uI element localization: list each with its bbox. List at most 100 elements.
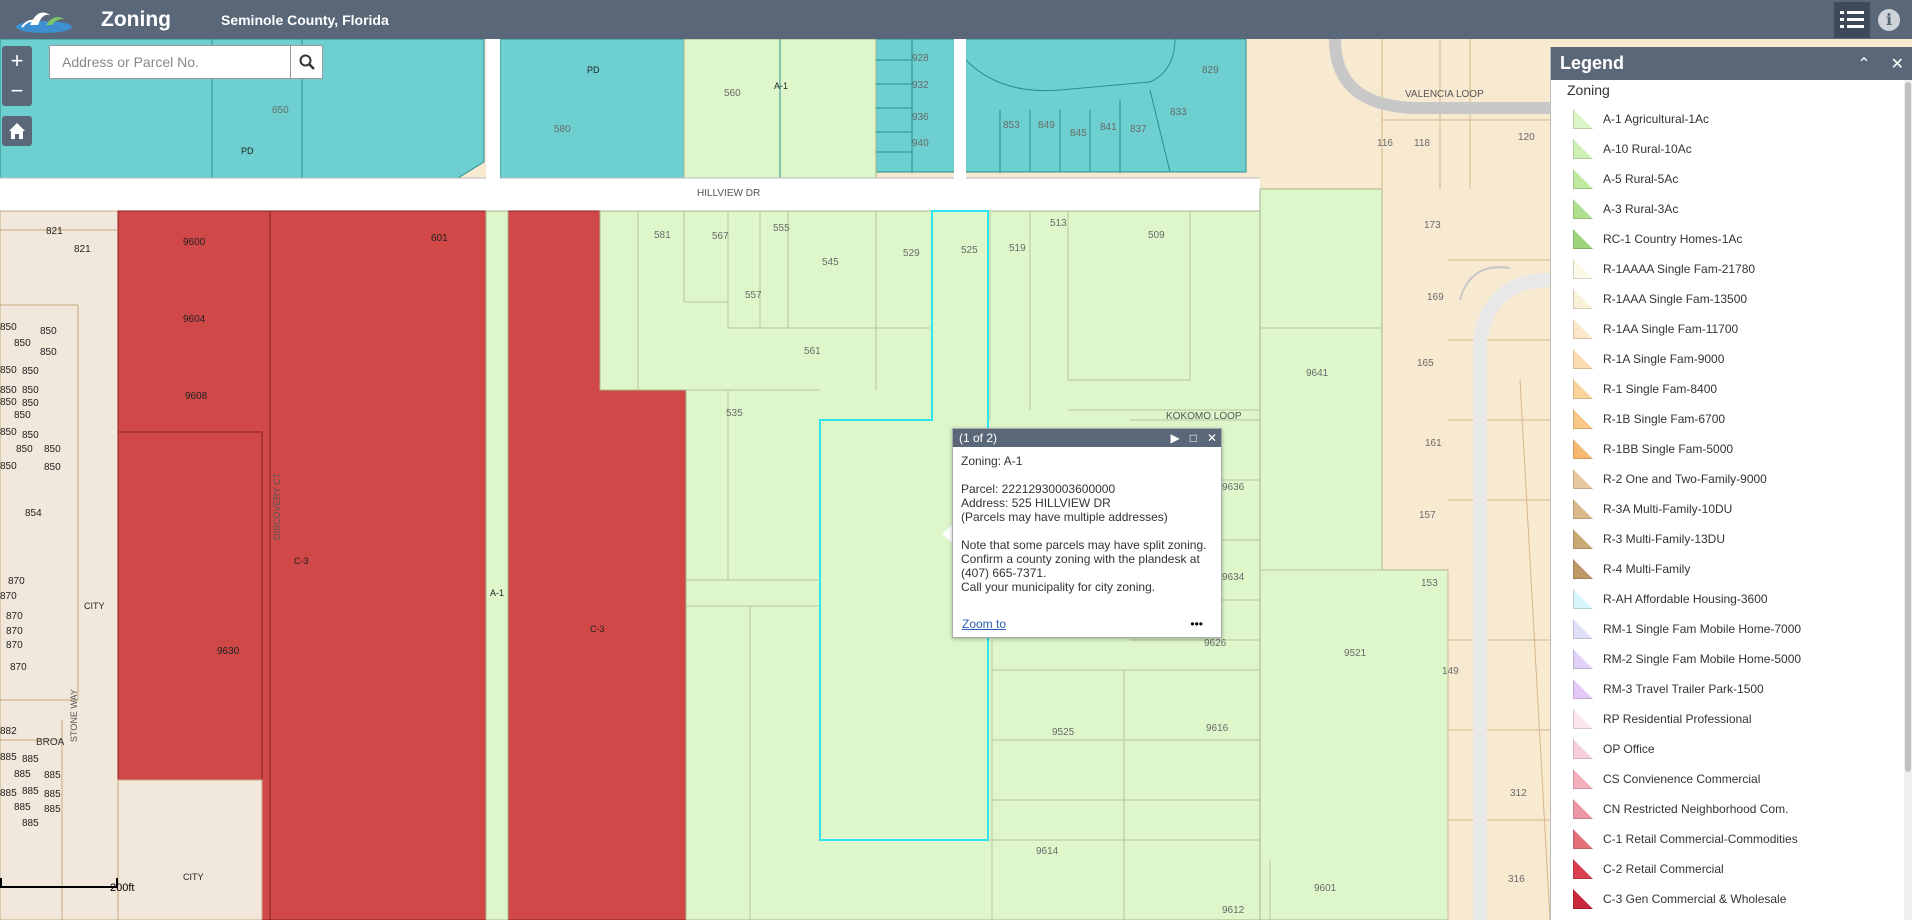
svg-text:870: 870 xyxy=(10,662,27,673)
info-icon: i xyxy=(1885,10,1893,29)
legend-swatch xyxy=(1573,379,1593,399)
close-icon[interactable]: ✕ xyxy=(1207,431,1217,445)
legend-body[interactable]: Zoning A-1 Agricultural-1Ac A-10 Rural-10… xyxy=(1551,80,1904,920)
popup-split-note-2: Confirm a county zoning with the plandes… xyxy=(961,552,1200,566)
svg-text:936: 936 xyxy=(912,112,929,123)
legend-swatch xyxy=(1573,169,1593,189)
svg-text:BROA: BROA xyxy=(36,737,65,748)
popup-zoning: Zoning: A-1 xyxy=(961,454,1023,468)
svg-text:850: 850 xyxy=(0,365,17,376)
svg-text:545: 545 xyxy=(822,257,839,268)
legend-item: A-1 Agricultural-1Ac xyxy=(1551,104,1904,134)
zoom-to-link[interactable]: Zoom to xyxy=(962,617,1006,631)
svg-text:849: 849 xyxy=(1038,120,1055,131)
legend-item: R-1A Single Fam-9000 xyxy=(1551,344,1904,374)
app-title: Zoning xyxy=(101,7,171,31)
legend-header: Legend ⌃ ✕ xyxy=(1551,47,1912,80)
legend-item-label: R-1AA Single Fam-11700 xyxy=(1603,322,1739,336)
svg-text:885: 885 xyxy=(0,788,17,799)
legend-swatch xyxy=(1573,439,1593,459)
legend-item: R-2 One and Two-Family-9000 xyxy=(1551,464,1904,494)
zoom-in-button[interactable]: + xyxy=(2,46,32,76)
search-input[interactable] xyxy=(50,46,290,78)
legend-item-label: OP Office xyxy=(1603,742,1655,756)
legend-swatch xyxy=(1573,109,1593,129)
svg-text:850: 850 xyxy=(22,366,39,377)
svg-text:9626: 9626 xyxy=(1204,638,1227,649)
legend-item-label: R-AH Affordable Housing-3600 xyxy=(1603,592,1768,606)
popup-split-note-1: Note that some parcels may have split zo… xyxy=(961,538,1207,552)
legend-swatch xyxy=(1573,559,1593,579)
svg-text:854: 854 xyxy=(25,508,42,519)
legend-item: R-1B Single Fam-6700 xyxy=(1551,404,1904,434)
legend-item: R-3 Multi-Family-13DU xyxy=(1551,524,1904,554)
svg-text:561: 561 xyxy=(804,346,821,357)
svg-text:650: 650 xyxy=(272,105,289,116)
legend-item: CN Restricted Neighborhood Com. xyxy=(1551,794,1904,824)
popup-multi-note: (Parcels may have multiple addresses) xyxy=(961,510,1168,524)
legend-item: R-1AAA Single Fam-13500 xyxy=(1551,284,1904,314)
popup-content: Zoning: A-1 Parcel: 22212930003600000 Ad… xyxy=(953,447,1221,601)
legend-item-label: A-3 Rural-3Ac xyxy=(1603,202,1679,216)
svg-text:9636: 9636 xyxy=(1222,482,1245,493)
svg-text:841: 841 xyxy=(1100,122,1117,133)
legend-item: RM-3 Travel Trailer Park-1500 xyxy=(1551,674,1904,704)
legend-item-label: RP Residential Professional xyxy=(1603,712,1752,726)
legend-swatch xyxy=(1573,469,1593,489)
legend-scrollbar[interactable] xyxy=(1904,80,1912,920)
search-button[interactable] xyxy=(290,46,322,78)
svg-text:870: 870 xyxy=(8,576,25,587)
legend-item-label: C-1 Retail Commercial-Commodities xyxy=(1603,832,1798,846)
svg-text:580: 580 xyxy=(554,124,571,135)
svg-text:885: 885 xyxy=(22,754,39,765)
legend-item-label: R-1B Single Fam-6700 xyxy=(1603,412,1726,426)
legend-item: RM-1 Single Fam Mobile Home-7000 xyxy=(1551,614,1904,644)
svg-text:850: 850 xyxy=(0,322,17,333)
legend-swatch xyxy=(1573,799,1593,819)
svg-text:KOKOMO LOOP: KOKOMO LOOP xyxy=(1166,411,1242,422)
legend-panel: Legend ⌃ ✕ Zoning A-1 Agricultural-1Ac A-… xyxy=(1550,47,1912,920)
search-icon xyxy=(299,54,315,70)
svg-text:9612: 9612 xyxy=(1222,905,1245,916)
svg-text:850: 850 xyxy=(40,326,57,337)
legend-swatch xyxy=(1573,679,1593,699)
svg-text:9634: 9634 xyxy=(1222,572,1245,583)
close-icon[interactable]: ✕ xyxy=(1891,54,1904,74)
legend-swatch xyxy=(1573,589,1593,609)
svg-text:C-3: C-3 xyxy=(294,556,309,566)
zoom-out-button[interactable]: − xyxy=(2,76,32,106)
legend-item: RC-1 Country Homes-1Ac xyxy=(1551,224,1904,254)
maximize-icon[interactable]: □ xyxy=(1190,431,1197,445)
svg-text:850: 850 xyxy=(14,338,31,349)
county-logo-icon xyxy=(16,5,76,35)
svg-text:509: 509 xyxy=(1148,230,1165,241)
zoom-control: + − xyxy=(2,46,32,106)
next-arrow-icon[interactable]: ▶ xyxy=(1170,431,1179,445)
legend-scrollbar-thumb[interactable] xyxy=(1905,82,1911,772)
legend-item-label: R-4 Multi-Family xyxy=(1603,562,1691,576)
legend-item-label: R-2 One and Two-Family-9000 xyxy=(1603,472,1767,486)
search-box xyxy=(49,45,323,79)
home-icon xyxy=(9,123,25,139)
svg-text:157: 157 xyxy=(1419,510,1436,521)
more-actions-icon[interactable]: ••• xyxy=(1190,617,1203,631)
legend-item: A-10 Rural-10Ac xyxy=(1551,134,1904,164)
svg-text:165: 165 xyxy=(1417,358,1434,369)
svg-text:120: 120 xyxy=(1518,132,1535,143)
legend-item: RM-2 Single Fam Mobile Home-5000 xyxy=(1551,644,1904,674)
svg-text:885: 885 xyxy=(44,789,61,800)
collapse-icon[interactable]: ⌃ xyxy=(1857,54,1870,74)
popup-header: (1 of 2) ▶ □ ✕ xyxy=(953,429,1221,447)
legend-toggle-button[interactable] xyxy=(1834,1,1870,38)
svg-text:9630: 9630 xyxy=(217,646,240,657)
svg-text:A-1: A-1 xyxy=(774,81,788,91)
legend-swatch xyxy=(1573,199,1593,219)
legend-item: C-2 Retail Commercial xyxy=(1551,854,1904,884)
svg-text:CITY: CITY xyxy=(84,601,105,611)
info-button[interactable]: i xyxy=(1878,8,1900,31)
svg-text:557: 557 xyxy=(745,290,762,301)
legend-item: R-1BB Single Fam-5000 xyxy=(1551,434,1904,464)
svg-text:118: 118 xyxy=(1414,138,1430,149)
home-button[interactable] xyxy=(2,116,32,146)
svg-text:567: 567 xyxy=(712,231,729,242)
